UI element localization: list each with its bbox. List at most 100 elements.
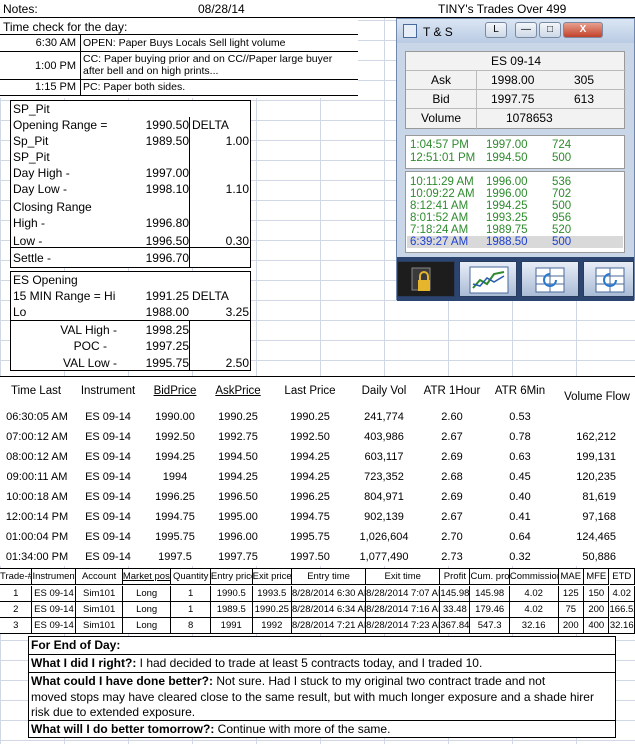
cell-ask-price[interactable]: 1996.50 (208, 491, 268, 503)
cell-bid-price[interactable]: 1990.00 (146, 411, 204, 423)
trades-cell-instrument[interactable]: ES 09-14 (32, 586, 77, 602)
trades-header-mfe[interactable]: MFE (584, 569, 610, 585)
minimize-icon[interactable]: — (515, 22, 537, 38)
trades-header-quantity[interactable]: Quantity (171, 569, 211, 585)
cell-daily-vol[interactable]: 1,077,490 (352, 551, 416, 563)
cell-atr-6min[interactable]: 0.53 (488, 411, 552, 423)
val-low-delta[interactable]: 2.50 (191, 355, 249, 371)
cell-bid-price[interactable]: 1994.25 (146, 451, 204, 463)
trades-cell-market-pos[interactable]: Long (122, 602, 172, 618)
trades-header-mae[interactable]: MAE (558, 569, 584, 585)
trades-cell-etd[interactable]: 166.52 (609, 602, 635, 618)
trades-cell-quantity[interactable]: 8 (171, 618, 211, 634)
cell-volume-flow[interactable]: 199,131 (560, 451, 616, 463)
cell-time-last[interactable]: 10:00:18 AM (4, 491, 70, 503)
trades-cell-commission[interactable]: 32.16 (509, 618, 559, 634)
table-row[interactable]: 07:00:12 AM ES 09-14 1992.50 1992.75 1992.50… (0, 427, 635, 447)
trades-cell-etd[interactable]: 4.02 (609, 586, 635, 602)
trades-cell-entry-time[interactable]: 8/28/2014 6:34 AM (292, 602, 367, 618)
cell-atr-1hour[interactable]: 2.67 (420, 431, 484, 443)
cell-instrument[interactable]: ES 09-14 (76, 551, 140, 563)
cell-instrument[interactable]: ES 09-14 (76, 451, 140, 463)
trades-cell-mfe[interactable]: 150 (584, 586, 610, 602)
date-cell[interactable]: 08/28/14 (198, 2, 245, 16)
notes-label[interactable]: Notes: (3, 2, 38, 16)
trades-header-entry-time[interactable]: Entry time (292, 569, 367, 585)
cell-volume-flow[interactable]: 120,235 (560, 471, 616, 483)
trades-cell-account[interactable]: Sim101 (76, 586, 123, 602)
cell-instrument[interactable]: ES 09-14 (76, 431, 140, 443)
trades-cell-instrument[interactable]: ES 09-14 (32, 618, 77, 634)
cell-atr-6min[interactable]: 0.40 (488, 491, 552, 503)
cell-atr-6min[interactable]: 0.45 (488, 471, 552, 483)
grid-refresh-button[interactable] (583, 261, 634, 297)
cell-ask-price[interactable]: 1996.00 (208, 531, 268, 543)
cell-daily-vol[interactable]: 241,774 (352, 411, 416, 423)
col-header-atr-1hour[interactable]: ATR 1Hour (420, 385, 484, 397)
trades-cell-mfe[interactable]: 200 (584, 602, 610, 618)
cell-time-last[interactable]: 01:00:04 PM (4, 531, 70, 543)
trades-cell-cum-profit[interactable]: 179.46 (470, 602, 510, 618)
trades-cell-profit[interactable]: 145.98 (440, 586, 471, 602)
cell-time-last[interactable]: 01:34:00 PM (4, 551, 70, 563)
settle-value[interactable]: 1996.70 (121, 250, 189, 266)
cell-instrument[interactable]: ES 09-14 (76, 491, 140, 503)
col-header-volume-flow[interactable]: Volume Flow (560, 391, 634, 403)
col-header-ask-price[interactable]: AskPrice (208, 385, 268, 397)
trades-cell-profit[interactable]: 367.84 (440, 618, 471, 634)
timeline-entry[interactable]: 1:15 PM PC: Paper both sides. (0, 80, 358, 96)
day-low-delta[interactable]: 1.10 (191, 181, 249, 197)
cell-atr-1hour[interactable]: 2.70 (420, 531, 484, 543)
table-row[interactable]: 01:00:04 PM ES 09-14 1995.75 1996.00 1995.75… (0, 527, 635, 547)
table-row[interactable]: 06:30:05 AM ES 09-14 1990.00 1990.25 1990.25… (0, 407, 635, 427)
trades-cell-profit[interactable]: 33.48 (440, 602, 471, 618)
cell-atr-6min[interactable]: 0.41 (488, 511, 552, 523)
cell-atr-1hour[interactable]: 2.69 (420, 491, 484, 503)
cell-last-price[interactable]: 1992.50 (278, 431, 342, 443)
trades-header-etd[interactable]: ETD (609, 569, 635, 585)
trades-cell-cum-profit[interactable]: 145.98 (470, 586, 510, 602)
cell-daily-vol[interactable]: 403,986 (352, 431, 416, 443)
grid-refresh-button[interactable] (521, 261, 579, 297)
time-and-sales-window[interactable]: T & S L — □ X ES 09-14 Ask 1998.00 305 B… (396, 18, 635, 301)
trades-header-profit[interactable]: Profit (440, 569, 471, 585)
trades-cell-quantity[interactable]: 1 (171, 602, 211, 618)
trades-header-trade-num[interactable]: Trade-# (0, 569, 33, 585)
col-header-instrument[interactable]: Instrument (76, 385, 140, 397)
link-button[interactable]: L (485, 22, 507, 38)
trades-cell-account[interactable]: Sim101 (76, 602, 123, 618)
cell-instrument[interactable]: ES 09-14 (76, 531, 140, 543)
cell-atr-1hour[interactable]: 2.69 (420, 451, 484, 463)
cell-volume-flow[interactable]: 124,465 (560, 531, 616, 543)
table-row[interactable]: 10:00:18 AM ES 09-14 1996.25 1996.50 1996.25… (0, 487, 635, 507)
table-row[interactable]: 01:34:00 PM ES 09-14 1997.5 1997.75 1997.50 1… (0, 547, 635, 567)
col-header-last-price[interactable]: Last Price (278, 385, 342, 397)
cell-last-price[interactable]: 1994.25 (278, 451, 342, 463)
trades-header-market-pos[interactable]: Market pos. (122, 569, 172, 585)
cell-bid-price[interactable]: 1996.25 (146, 491, 204, 503)
trades-cell-trade-num[interactable]: 2 (0, 602, 33, 618)
cell-ask-price[interactable]: 1994.25 (208, 471, 268, 483)
day-low-value[interactable]: 1998.10 (121, 181, 189, 197)
col-header-daily-vol[interactable]: Daily Vol (352, 385, 416, 397)
val-low-value[interactable]: 1995.75 (121, 355, 189, 371)
sheet-title[interactable]: TINY's Trades Over 499 (438, 2, 566, 16)
trades-header-cum-profit[interactable]: Cum. profit (470, 569, 510, 585)
trades-cell-entry-time[interactable]: 8/28/2014 7:21 AM (292, 618, 367, 634)
cell-ask-price[interactable]: 1995.00 (208, 511, 268, 523)
trades-header-exit-price[interactable]: Exit price (252, 569, 292, 585)
trades-cell-entry-time[interactable]: 8/28/2014 6:30 AM (292, 586, 367, 602)
trades-header-account[interactable]: Account (76, 569, 123, 585)
close-icon[interactable]: X (563, 22, 603, 38)
trades-cell-mfe[interactable]: 400 (584, 618, 610, 634)
trades-header-exit-time[interactable]: Exit time (366, 569, 441, 585)
cell-bid-price[interactable]: 1994.75 (146, 511, 204, 523)
trades-cell-quantity[interactable]: 1 (171, 586, 211, 602)
col-header-time-last[interactable]: Time Last (4, 385, 68, 397)
cell-ask-price[interactable]: 1992.75 (208, 431, 268, 443)
trades-cell-entry-price[interactable]: 1990.5 (210, 586, 253, 602)
cell-bid-price[interactable]: 1997.5 (146, 551, 204, 563)
col-header-atr-6min[interactable]: ATR 6Min (488, 385, 552, 397)
trades-header-instrument[interactable]: Instrument (32, 569, 77, 585)
cell-time-last[interactable]: 12:00:14 PM (4, 511, 70, 523)
